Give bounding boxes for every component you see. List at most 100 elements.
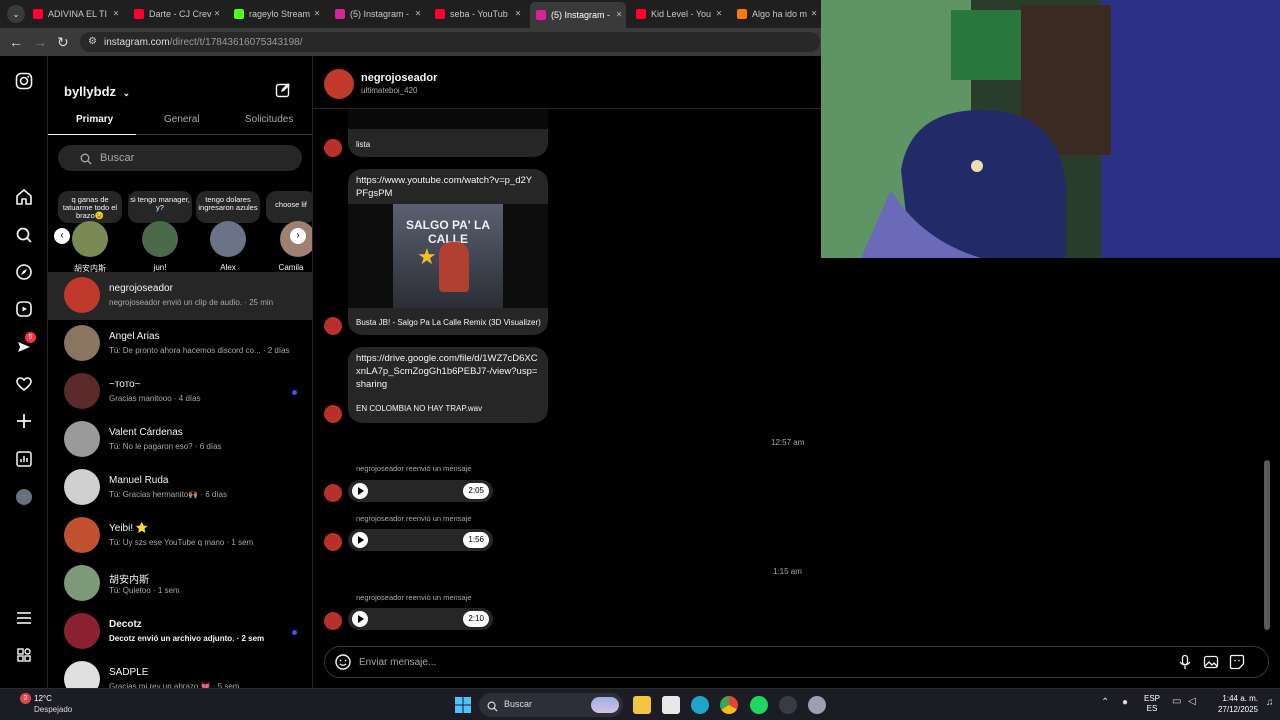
volume-icon[interactable]: ◁ (1188, 696, 1196, 707)
conversation-row[interactable]: Yeibi! ⭐ Tú: Uy szs ese YouTube q mano · … (48, 512, 312, 560)
explore-icon[interactable] (14, 263, 34, 283)
spotify-icon[interactable] (750, 696, 768, 714)
browser-tab[interactable]: Kid Level - You × (630, 4, 726, 24)
note-avatar[interactable] (72, 221, 108, 257)
conversation-row[interactable]: Manuel Ruda Tú: Gracias hermanito🙌🏽 · 6 d… (48, 464, 312, 512)
message-file-bubble[interactable]: https://drive.google.com/file/d/1WZ7cD6X… (348, 347, 548, 423)
weather-widget[interactable]: 2 12°C Despejado (20, 693, 90, 717)
instagram-logo-icon[interactable] (14, 72, 34, 92)
reload-icon[interactable]: ↻ (57, 34, 69, 50)
new-message-icon[interactable] (275, 82, 291, 103)
browser-tab[interactable]: (5) Instagram - × (530, 2, 626, 28)
language-indicator[interactable]: ESP ES (1144, 694, 1160, 714)
browser-tab[interactable]: (5) Instagram - × (329, 4, 425, 24)
apps-icon[interactable] (14, 646, 34, 666)
tab-close-icon[interactable]: × (113, 9, 119, 20)
thread-avatar[interactable] (324, 69, 354, 99)
browser-tab[interactable]: ADIVINA EL TI × (27, 4, 123, 24)
message-link[interactable]: https://www.youtube.com/watch?v=p_d2YPFg… (356, 174, 536, 200)
message-link-bubble[interactable]: https://www.youtube.com/watch?v=p_d2YPFg… (348, 169, 548, 335)
message-avatar[interactable] (324, 317, 342, 335)
conversation-row[interactable]: Angel Arias Tú: De pronto ahora hacemos d… (48, 320, 312, 368)
message-input[interactable]: Enviar mensaje... (359, 657, 436, 668)
audio-clip[interactable]: 2:05 (348, 480, 493, 502)
sticker-icon[interactable] (1229, 654, 1245, 675)
message-avatar[interactable] (324, 612, 342, 630)
note-bubble[interactable]: si tengo manager, y? (128, 191, 192, 223)
note-avatar[interactable] (142, 221, 178, 257)
emoji-icon[interactable] (334, 653, 352, 676)
tab-overflow-button[interactable]: ⌄ (7, 5, 25, 23)
conversation-row[interactable]: Valent Cárdenas Tú: No le pagaron eso? · … (48, 416, 312, 464)
audio-clip[interactable]: 2:10 (348, 608, 493, 630)
account-switcher[interactable]: byllybdz ⌄ (64, 84, 130, 99)
tab-close-icon[interactable]: × (214, 9, 220, 20)
audio-clip[interactable]: 1:56 (348, 529, 493, 551)
message-avatar[interactable] (324, 405, 342, 423)
browser-tab[interactable]: seba - YouTub × (429, 4, 525, 24)
conversation-row[interactable]: negrojoseador negrojoseador envió un clip… (48, 272, 312, 320)
message-avatar[interactable] (324, 533, 342, 551)
site-info-icon[interactable]: ⚙ (88, 36, 97, 47)
create-plus-icon[interactable] (14, 412, 34, 432)
search-input[interactable]: Buscar (58, 145, 302, 171)
tab-close-icon[interactable]: × (314, 9, 320, 20)
conversation-row[interactable]: SADPLE Gracias mi rey un abrazo 💓 · 5 sem (48, 656, 312, 688)
reels-icon[interactable] (14, 300, 34, 320)
taskbar-search[interactable]: Buscar (479, 693, 623, 717)
tab-close-icon[interactable]: × (616, 10, 622, 21)
browser-tab[interactable]: Darte - CJ Crev × (128, 4, 224, 24)
image-icon[interactable] (1203, 654, 1219, 675)
message-image-bubble[interactable]: lista (348, 109, 548, 157)
conversation-row[interactable]: 胡安内斯 Tú: Quietoo · 1 sem (48, 560, 312, 608)
tab-close-icon[interactable]: × (811, 9, 817, 20)
microphone-icon[interactable] (1177, 654, 1193, 675)
tab-general[interactable]: General (164, 114, 200, 125)
note-bubble[interactable]: choose lif (266, 191, 312, 223)
settings-icon[interactable] (808, 696, 826, 714)
message-avatar[interactable] (324, 139, 342, 157)
browser-tab[interactable]: Algo ha ido m × (731, 4, 821, 24)
messages-icon[interactable]: 5 (14, 332, 36, 358)
note-bubble[interactable]: tengo dolares ingresaron azules (196, 191, 260, 223)
message-composer[interactable]: Enviar mensaje... (324, 646, 1269, 678)
tray-mic-icon[interactable]: ● (1122, 697, 1128, 708)
store-icon[interactable] (662, 696, 680, 714)
profile-avatar-icon[interactable] (14, 487, 34, 507)
tab-requests[interactable]: Solicitudes (245, 114, 293, 125)
message-link[interactable]: https://drive.google.com/file/d/1WZ7cD6X… (356, 352, 542, 391)
clock[interactable]: 1:44 a. m. 27/12/2025 (1206, 693, 1258, 715)
forward-icon[interactable]: → (33, 34, 47, 50)
tab-close-icon[interactable]: × (415, 9, 421, 20)
note-avatar[interactable] (210, 221, 246, 257)
conversation-row[interactable]: ~тото~ Gracias manitooo · 4 días (48, 368, 312, 416)
edge-icon[interactable] (691, 696, 709, 714)
chrome-icon[interactable] (720, 696, 738, 714)
tab-close-icon[interactable]: × (716, 9, 722, 20)
obs-icon[interactable] (779, 696, 797, 714)
network-icon[interactable]: ▭ (1172, 696, 1181, 707)
notes-prev-button[interactable]: ‹ (54, 228, 70, 244)
play-icon[interactable] (352, 532, 368, 548)
video-thumbnail[interactable]: SALGO PA' LA CALLE ★ (348, 204, 548, 308)
play-icon[interactable] (352, 483, 368, 499)
menu-icon[interactable] (14, 609, 34, 629)
home-icon[interactable] (14, 188, 34, 208)
tab-primary[interactable]: Primary (76, 114, 113, 125)
start-icon[interactable] (455, 697, 471, 718)
scrollbar[interactable] (1264, 460, 1270, 630)
play-icon[interactable] (352, 611, 368, 627)
notes-next-button[interactable]: › (290, 228, 306, 244)
notifications-heart-icon[interactable] (14, 375, 34, 395)
message-avatar[interactable] (324, 484, 342, 502)
tab-close-icon[interactable]: × (515, 9, 521, 20)
browser-tab[interactable]: rageylo Stream × (228, 4, 324, 24)
back-icon[interactable]: ← (9, 34, 23, 50)
url-bar[interactable]: ⚙ instagram.com/direct/t/178436160753431… (80, 32, 820, 52)
search-icon[interactable] (14, 226, 34, 246)
file-explorer-icon[interactable] (633, 696, 651, 714)
thread-name[interactable]: negrojoseador (361, 72, 437, 84)
note-bubble[interactable]: q ganas de tatuarme todo el brazo😉 (58, 191, 122, 223)
conversation-row[interactable]: Decotz Decotz envió un archivo adjunto. ·… (48, 608, 312, 656)
notification-bell-icon[interactable]: ♫ (1266, 697, 1274, 708)
